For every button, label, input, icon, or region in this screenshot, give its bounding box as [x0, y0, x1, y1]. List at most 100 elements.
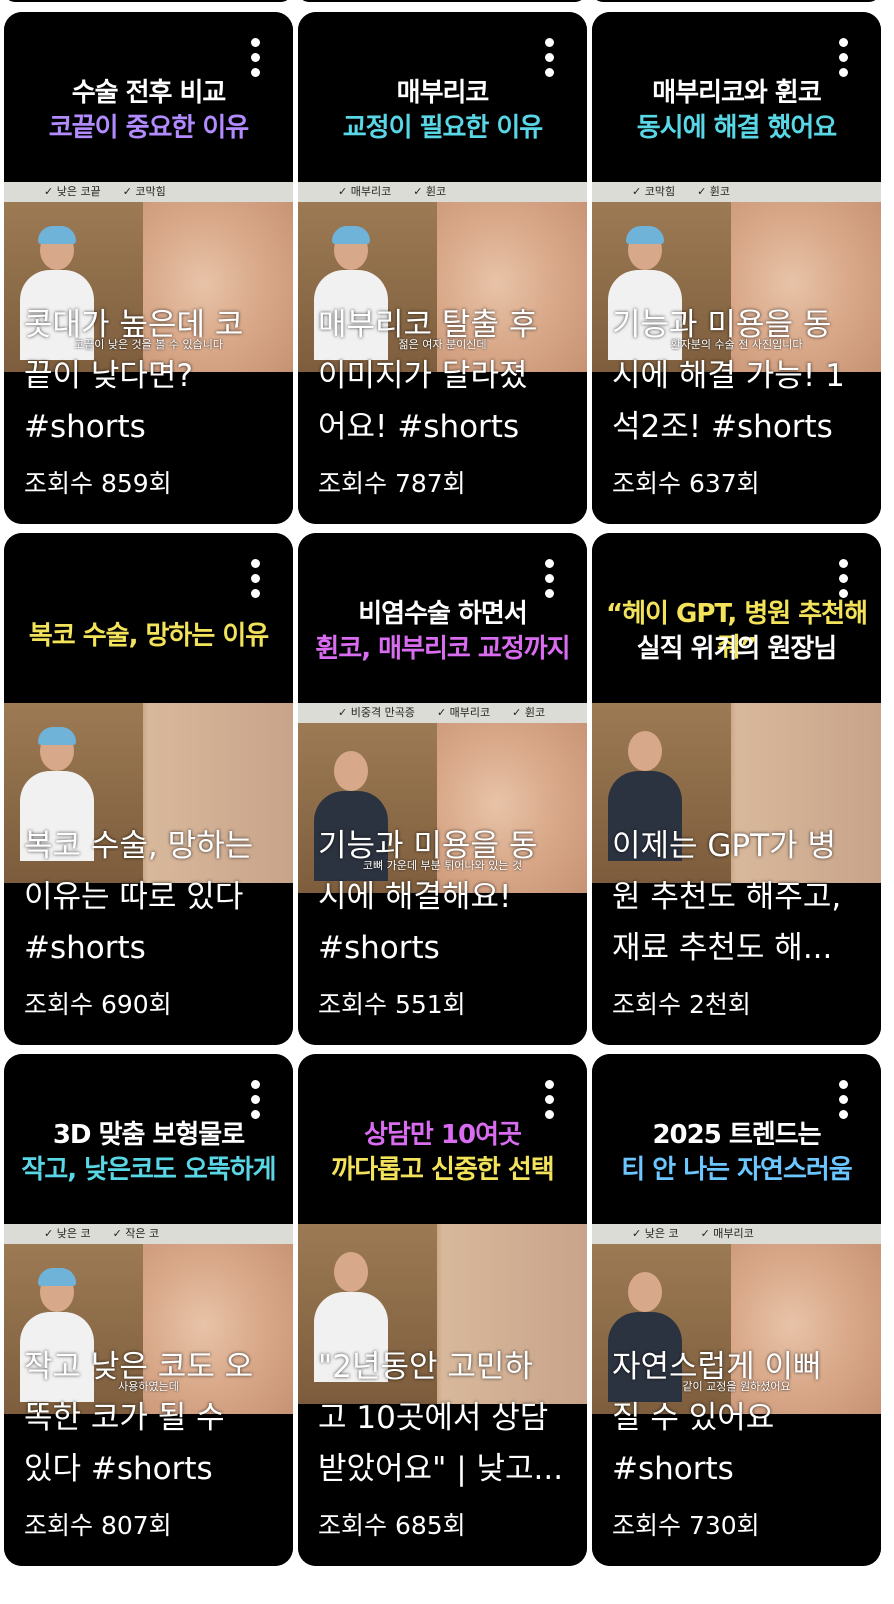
checklist-item: ✓ 매부리코: [436, 706, 491, 719]
thumbnail-headline: 상담만 10여곳: [364, 1120, 522, 1150]
menu-dot: [545, 38, 554, 47]
thumbnail-headline: 작고, 낮은코도 오뚝하게: [21, 1155, 276, 1185]
view-count: 조회수 730회: [612, 1511, 760, 1540]
more-vert-icon[interactable]: [545, 38, 555, 82]
menu-dot: [251, 53, 260, 62]
menu-dot: [251, 1110, 260, 1119]
checklist-item: ✓ 비중격 만곡증: [338, 706, 415, 719]
menu-dot: [839, 38, 848, 47]
short-video-card[interactable]: 비염수술 하면서휜코, 매부리코 교정까지 ✓ 비중격 만곡증 ✓ 매부리코 ✓ 휜코…: [298, 533, 587, 1045]
menu-dot: [251, 1080, 260, 1089]
more-vert-icon[interactable]: [839, 559, 849, 603]
checklist-item: ✓ 매부리코: [338, 185, 392, 198]
checklist-item: ✓ 작은 코: [112, 1227, 160, 1240]
menu-dot: [839, 1110, 848, 1119]
menu-dot: [251, 559, 260, 568]
view-count: 조회수 787회: [318, 469, 466, 498]
video-title[interactable]: "2년동안 고민하 고 10곳에서 상담 받았어요" | 낮고...: [318, 1342, 573, 1495]
video-title[interactable]: 기능과 미용을 동 시에 해결 가능! 1 석2조! #shorts: [612, 300, 867, 453]
video-title[interactable]: 콧대가 높은데 코 끝이 낮다면? #shorts: [24, 300, 279, 453]
more-vert-icon[interactable]: [251, 1080, 261, 1124]
checklist-item: ✓ 낮은 코끝: [44, 185, 101, 198]
thumbnail-headline: 교정이 필요한 이유: [342, 113, 543, 143]
menu-dot: [251, 574, 260, 583]
thumbnail-headline: 3D 맞춤 보형물로: [52, 1120, 245, 1150]
more-vert-icon[interactable]: [839, 1080, 849, 1124]
view-count: 조회수 807회: [24, 1511, 172, 1540]
thumbnail-headline: 실직 위기의 원장님: [636, 634, 837, 664]
checklist-item: ✓ 매부리코: [700, 1227, 754, 1240]
thumbnail-headline: 매부리코: [396, 78, 490, 108]
thumbnail-headline: 까다롭고 신중한 선택: [331, 1155, 554, 1185]
checklist-bar: ✓ 코막힘 ✓ 휜코: [592, 182, 881, 202]
more-vert-icon[interactable]: [545, 1080, 555, 1124]
previous-row-card-edge: [592, 0, 880, 2]
short-video-card[interactable]: 복코 수술, 망하는 이유복코 수술, 망하는 이유는 따로 있다 #short…: [4, 533, 293, 1045]
thumbnail-headline: 휜코, 매부리코 교정까지: [315, 634, 570, 664]
menu-dot: [839, 589, 848, 598]
checklist-bar: ✓ 낮은 코 ✓ 매부리코: [592, 1224, 881, 1244]
short-video-card[interactable]: 3D 맞춤 보형물로 작고, 낮은코도 오뚝하게 ✓ 낮은 코 ✓ 작은 코 사용하였는…: [4, 1054, 293, 1566]
thumbnail-headline: 복코 수술, 망하는 이유: [28, 621, 269, 651]
menu-dot: [839, 1080, 848, 1089]
view-count: 조회수 859회: [24, 469, 172, 498]
video-title[interactable]: 기능과 미용을 동 시에 해결해요! #shorts: [318, 821, 573, 974]
menu-dot: [251, 68, 260, 77]
menu-dot: [839, 53, 848, 62]
menu-dot: [545, 1080, 554, 1089]
thumbnail-headline: 코끝이 중요한 이유: [48, 113, 249, 143]
checklist-bar: ✓ 비중격 만곡증 ✓ 매부리코 ✓ 휜코: [298, 703, 587, 723]
view-count: 조회수 551회: [318, 990, 466, 1019]
video-title[interactable]: 매부리코 탈출 후 이미지가 달라졌 어요! #shorts: [318, 300, 573, 453]
menu-dot: [545, 68, 554, 77]
short-video-card[interactable]: “헤이 GPT, 병원 추천해줘” 실직 위기의 원장님 이제는 GPT가 병 원 …: [592, 533, 881, 1045]
more-vert-icon[interactable]: [839, 38, 849, 82]
checklist-bar: ✓ 낮은 코끝 ✓ 코막힘: [4, 182, 293, 202]
short-video-card[interactable]: 매부리코와 휜코 동시에 해결 했어요 ✓ 코막힘 ✓ 휜코 환자분의 수술 전 사진입…: [592, 12, 881, 524]
menu-dot: [251, 589, 260, 598]
thumbnail-headline: 수술 전후 비교: [71, 78, 227, 108]
checklist-item: ✓ 낮은 코: [44, 1227, 91, 1240]
short-video-card[interactable]: 상담만 10여곳까다롭고 신중한 선택 "2년동안 고민하 고 10곳에서 상담 …: [298, 1054, 587, 1566]
menu-dot: [545, 574, 554, 583]
menu-dot: [545, 1095, 554, 1104]
more-vert-icon[interactable]: [251, 559, 261, 603]
checklist-item: ✓ 휜코: [512, 706, 546, 719]
video-title[interactable]: 자연스럽게 이뻐 질 수 있어요 #shorts: [612, 1342, 867, 1495]
menu-dot: [839, 574, 848, 583]
short-video-card[interactable]: 2025 트렌드는 티 안 나는 자연스러움 ✓ 낮은 코 ✓ 매부리코 같이 교정을 …: [592, 1054, 881, 1566]
video-title[interactable]: 작고 낮은 코도 오 똑한 코가 될 수 있다 #shorts: [24, 1342, 279, 1495]
previous-row-card-edge: [298, 0, 586, 2]
more-vert-icon[interactable]: [545, 559, 555, 603]
short-video-card[interactable]: 매부리코 교정이 필요한 이유 ✓ 매부리코 ✓ 휜코 젊은 여자 분이신데 매부리코 탈…: [298, 12, 587, 524]
thumbnail-headline: 비염수술 하면서: [358, 599, 528, 629]
view-count: 조회수 690회: [24, 990, 172, 1019]
menu-dot: [545, 559, 554, 568]
view-count: 조회수 637회: [612, 469, 760, 498]
thumbnail-headline: 동시에 해결 했어요: [636, 113, 837, 143]
view-count: 조회수 2천회: [612, 990, 751, 1019]
menu-dot: [545, 589, 554, 598]
short-video-card[interactable]: 수술 전후 비교 코끝이 중요한 이유 ✓ 낮은 코끝 ✓ 코막힘 코끝이 낮은 것을 …: [4, 12, 293, 524]
checklist-item: ✓ 낮은 코: [632, 1227, 679, 1240]
checklist-item: ✓ 휜코: [413, 185, 447, 198]
menu-dot: [251, 1095, 260, 1104]
checklist-item: ✓ 휜코: [697, 185, 731, 198]
checklist-bar: ✓ 매부리코 ✓ 휜코: [298, 182, 587, 202]
thumbnail-headline: 티 안 나는 자연스러움: [621, 1155, 852, 1185]
menu-dot: [839, 1095, 848, 1104]
video-title[interactable]: 이제는 GPT가 병 원 추천도 해주고, 재료 추천도 해...: [612, 821, 867, 974]
thumbnail-header: [4, 533, 293, 703]
menu-dot: [251, 38, 260, 47]
menu-dot: [545, 53, 554, 62]
menu-dot: [545, 1110, 554, 1119]
thumbnail-headline: 2025 트렌드는: [652, 1120, 821, 1150]
menu-dot: [839, 559, 848, 568]
thumbnail-headline: 매부리코와 휜코: [652, 78, 822, 108]
checklist-item: ✓ 코막힘: [122, 185, 166, 198]
video-title[interactable]: 복코 수술, 망하는 이유는 따로 있다 #shorts: [24, 821, 279, 974]
view-count: 조회수 685회: [318, 1511, 466, 1540]
checklist-item: ✓ 코막힘: [632, 185, 676, 198]
more-vert-icon[interactable]: [251, 38, 261, 82]
checklist-bar: ✓ 낮은 코 ✓ 작은 코: [4, 1224, 293, 1244]
